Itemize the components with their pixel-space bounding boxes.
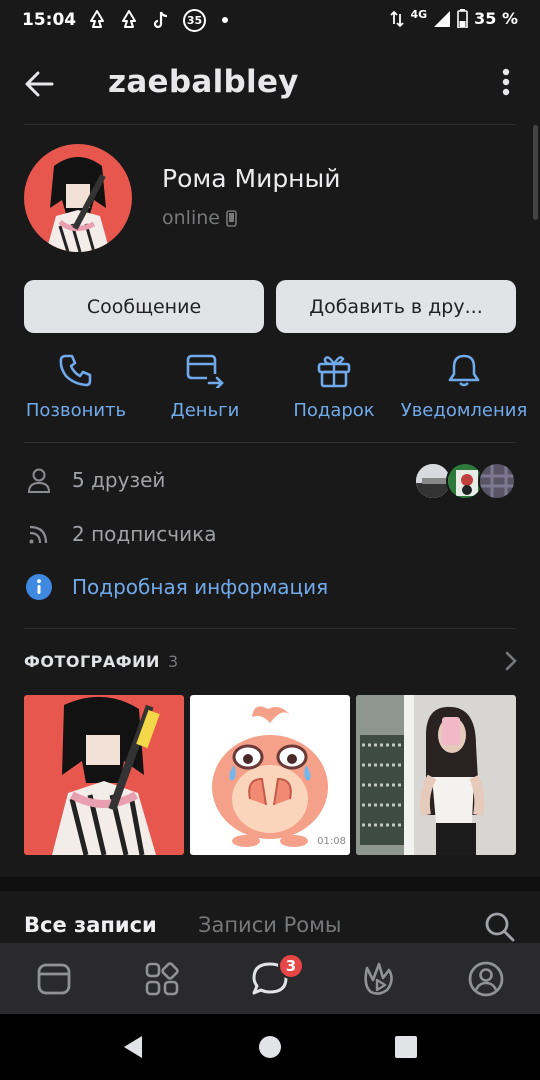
add-friend-button[interactable]: Добавить в дру... bbox=[276, 280, 516, 333]
tiktok-icon bbox=[152, 8, 170, 32]
triangle-back-icon bbox=[124, 1036, 142, 1058]
recycle-icon bbox=[118, 8, 140, 32]
photo-thumbnail[interactable] bbox=[356, 695, 516, 855]
notifications-action[interactable]: Уведомления bbox=[400, 352, 528, 432]
chevron-right-icon bbox=[505, 651, 517, 671]
services-icon bbox=[145, 962, 179, 996]
money-transfer-icon bbox=[186, 354, 224, 388]
gift-icon bbox=[317, 356, 351, 388]
status-right: 4G 35 % bbox=[390, 8, 518, 28]
header-divider bbox=[24, 124, 516, 125]
tab-all-posts[interactable]: Все записи bbox=[24, 913, 157, 937]
message-button[interactable]: Сообщение bbox=[24, 280, 264, 333]
posts-search-button[interactable] bbox=[484, 911, 516, 947]
photos-count: 3 bbox=[167, 652, 179, 671]
system-navigation bbox=[0, 1014, 540, 1080]
followers-row[interactable]: 2 подписчика bbox=[24, 518, 216, 550]
friends-row[interactable]: 5 друзей bbox=[24, 464, 165, 496]
notifications-label: Уведомления bbox=[400, 400, 528, 421]
status-time: 15:04 bbox=[22, 10, 77, 30]
nav-services[interactable] bbox=[142, 959, 182, 999]
back-button[interactable] bbox=[22, 66, 58, 102]
gift-action[interactable]: Подарок bbox=[290, 352, 378, 432]
user-icon bbox=[27, 468, 51, 493]
friend-avatar bbox=[478, 462, 516, 500]
app-header: zaebalbley bbox=[0, 42, 540, 124]
profile-screen: 15:04 35 4G 35 % zaebalbley Рома Мирный … bbox=[0, 0, 540, 1080]
feed-icon bbox=[37, 963, 71, 995]
bottom-navigation bbox=[0, 943, 540, 1014]
system-home-button[interactable] bbox=[257, 1034, 283, 1060]
status-bar: 15:04 35 4G 35 % bbox=[0, 0, 540, 42]
call-label: Позвонить bbox=[25, 400, 127, 421]
online-status-text: online bbox=[162, 207, 220, 229]
nav-clips[interactable] bbox=[358, 959, 398, 999]
photo-thumbnail[interactable] bbox=[24, 695, 184, 855]
nav-profile[interactable] bbox=[466, 959, 506, 999]
notification-count-icon: 35 bbox=[183, 8, 206, 32]
circle-home-icon bbox=[259, 1036, 281, 1058]
details-label: Подробная информация bbox=[72, 575, 329, 599]
battery-icon bbox=[457, 9, 468, 28]
network-label: 4G bbox=[410, 8, 428, 21]
avatar[interactable] bbox=[24, 144, 132, 252]
arrow-left-icon bbox=[25, 71, 54, 97]
phone-icon bbox=[59, 354, 92, 387]
section-separator bbox=[0, 877, 540, 891]
video-thumbnail[interactable]: 01:08 bbox=[190, 695, 350, 855]
system-recents-button[interactable] bbox=[393, 1034, 419, 1060]
system-back-button[interactable] bbox=[120, 1034, 146, 1060]
photos-open-button[interactable] bbox=[504, 650, 518, 676]
info-divider bbox=[24, 628, 516, 629]
gift-label: Подарок bbox=[293, 400, 375, 421]
online-status: online bbox=[162, 207, 237, 229]
photos-title: ФОТОГРАФИИ bbox=[24, 652, 160, 671]
actions-divider bbox=[24, 442, 516, 443]
tab-own-posts[interactable]: Записи Ромы bbox=[198, 913, 342, 937]
scrollbar[interactable] bbox=[533, 125, 538, 220]
posts-tabs: Все записи Записи Ромы bbox=[0, 891, 540, 943]
recycle-icon bbox=[86, 8, 108, 32]
friends-count: 5 друзей bbox=[72, 468, 166, 492]
rss-icon bbox=[29, 525, 48, 544]
profile-icon bbox=[468, 961, 504, 997]
profile-name: Рома Мирный bbox=[162, 164, 341, 193]
money-label: Деньги bbox=[170, 400, 240, 421]
details-link[interactable]: Подробная информация bbox=[24, 571, 328, 603]
photos-header[interactable]: ФОТОГРАФИИ 3 bbox=[24, 652, 179, 671]
dot-icon bbox=[222, 8, 228, 32]
clips-icon bbox=[364, 962, 393, 995]
video-duration: 01:08 bbox=[317, 836, 346, 847]
more-button[interactable] bbox=[500, 66, 512, 102]
friends-avatars[interactable] bbox=[414, 462, 516, 500]
page-title: zaebalbley bbox=[108, 64, 299, 100]
battery-level: 35 % bbox=[474, 9, 518, 28]
square-recents-icon bbox=[395, 1036, 417, 1058]
info-icon bbox=[26, 574, 52, 600]
followers-count: 2 подписчика bbox=[72, 522, 217, 546]
search-icon bbox=[485, 912, 515, 942]
nav-feed[interactable] bbox=[34, 959, 74, 999]
mobile-phone-icon bbox=[226, 209, 237, 227]
signal-icon bbox=[434, 10, 451, 27]
more-vertical-icon bbox=[502, 68, 510, 96]
messages-badge: 3 bbox=[278, 953, 304, 979]
call-action[interactable]: Позвонить bbox=[24, 352, 128, 432]
money-action[interactable]: Деньги bbox=[158, 352, 252, 432]
bell-icon bbox=[448, 354, 480, 387]
data-arrows-icon bbox=[390, 10, 405, 27]
